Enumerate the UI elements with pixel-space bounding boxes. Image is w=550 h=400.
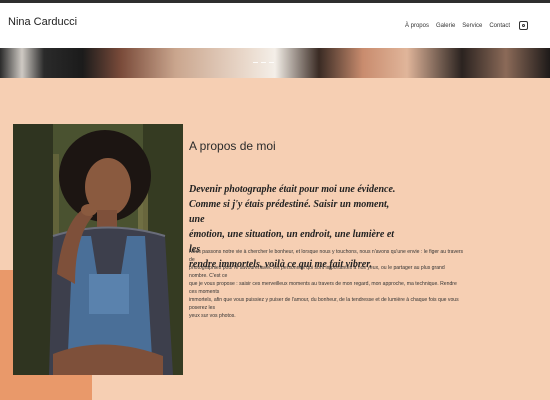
- nav-link-gallery[interactable]: Galerie: [436, 23, 455, 29]
- body-line: que je vous propose : saisir ces merveil…: [189, 281, 457, 295]
- about-body-text: Nous passons notre vie à chercher le bon…: [189, 248, 464, 320]
- body-line: yeux sur vos photos.: [189, 313, 236, 319]
- carousel-indicator[interactable]: [269, 62, 274, 63]
- site-header: Nina Carducci À propos Galerie Service C…: [0, 3, 550, 48]
- carousel-indicators: [253, 62, 274, 63]
- hero-carousel-image: [0, 48, 550, 78]
- quote-line: Devenir photographe était pour moi une é…: [189, 184, 396, 195]
- nav-link-about[interactable]: À propos: [405, 23, 429, 29]
- brand-logo[interactable]: Nina Carducci: [8, 16, 77, 28]
- nav-link-contact[interactable]: Contact: [489, 23, 510, 29]
- body-line: immortels, afin que vous puissiez y puis…: [189, 297, 459, 311]
- nav-link-service[interactable]: Service: [462, 23, 482, 29]
- carousel-indicator[interactable]: [253, 62, 258, 63]
- body-line: Nous passons notre vie à chercher le bon…: [189, 249, 464, 263]
- quote-line: Comme si j'y étais prédestiné. Saisir un…: [189, 199, 390, 225]
- portrait-photo: [13, 124, 183, 375]
- about-heading: A propos de moi: [189, 139, 276, 153]
- main-nav: À propos Galerie Service Contact: [405, 21, 528, 30]
- body-line: photographies pour le savourer avec les …: [189, 265, 445, 279]
- carousel-indicator[interactable]: [261, 62, 266, 63]
- portrait-illustration: [13, 124, 183, 375]
- instagram-icon[interactable]: [519, 21, 528, 30]
